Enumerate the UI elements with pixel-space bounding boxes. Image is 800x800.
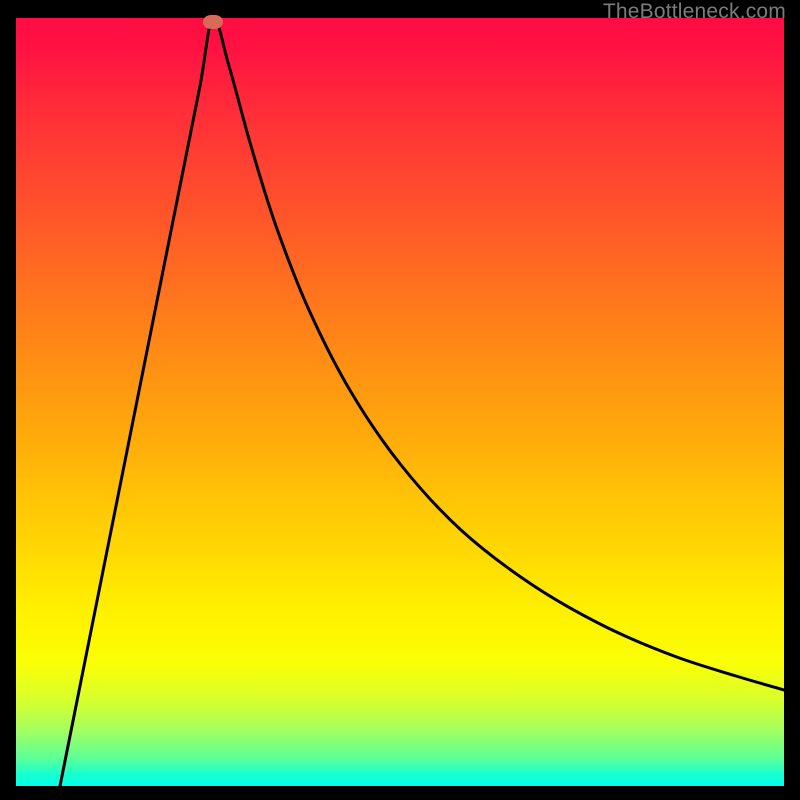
plot-curve: [16, 18, 784, 786]
plot-marker-dot: [203, 15, 223, 29]
plot-frame: [16, 18, 784, 786]
